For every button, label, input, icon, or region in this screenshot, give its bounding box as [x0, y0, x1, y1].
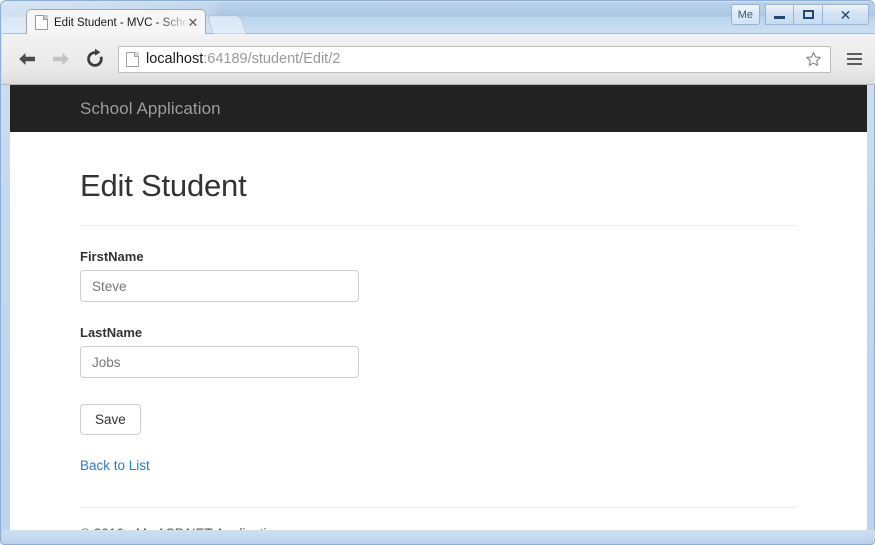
star-icon	[805, 51, 822, 68]
page-container: Edit Student FirstName LastName Save Bac…	[10, 168, 867, 531]
browser-tab[interactable]: Edit Student - MVC - Scho ✕	[26, 9, 206, 35]
window-bottom-frame	[2, 530, 875, 543]
footer-divider	[80, 507, 797, 508]
site-navbar: School Application	[10, 85, 867, 132]
browser-window: Me ✕ Edit Student - MVC - Scho ✕	[0, 0, 875, 545]
back-button[interactable]	[10, 42, 44, 76]
form-group-firstname: FirstName	[80, 249, 797, 302]
tab-title: Edit Student - MVC - Scho	[54, 17, 185, 29]
new-tab-button[interactable]	[207, 15, 247, 35]
tab-favicon-icon	[35, 15, 48, 30]
maximize-button[interactable]	[794, 4, 823, 25]
page-viewport: School Application Edit Student FirstNam…	[10, 85, 867, 531]
menu-bar-3	[847, 63, 862, 65]
save-button[interactable]: Save	[80, 404, 141, 435]
me-profile-button[interactable]: Me	[731, 4, 760, 25]
minimize-icon	[774, 16, 785, 19]
url-path: :64189/student/Edit/2	[203, 51, 340, 67]
bookmark-star-button[interactable]	[800, 46, 826, 72]
minimize-button[interactable]	[765, 4, 794, 25]
window-controls: Me ✕	[731, 4, 869, 25]
menu-bar-1	[847, 53, 862, 55]
browser-toolbar: localhost:64189/student/Edit/2	[2, 34, 875, 85]
lastname-label: LastName	[80, 325, 797, 340]
firstname-label: FirstName	[80, 249, 797, 264]
url-text: localhost:64189/student/Edit/2	[146, 51, 800, 67]
page-title: Edit Student	[80, 168, 797, 204]
close-button[interactable]: ✕	[823, 4, 869, 25]
url-host: localhost	[146, 51, 203, 67]
title-divider	[80, 225, 797, 226]
menu-bar-2	[847, 58, 862, 60]
chrome-menu-button[interactable]	[839, 42, 869, 76]
forward-arrow-icon	[50, 49, 72, 69]
maximize-icon	[803, 10, 814, 19]
back-link-container: Back to List	[80, 457, 797, 475]
close-icon: ✕	[840, 8, 852, 22]
reload-button[interactable]	[78, 42, 112, 76]
form-group-lastname: LastName	[80, 325, 797, 378]
back-arrow-icon	[16, 49, 38, 69]
address-bar[interactable]: localhost:64189/student/Edit/2	[118, 46, 831, 73]
forward-button	[44, 42, 78, 76]
navbar-brand[interactable]: School Application	[10, 99, 221, 119]
back-to-list-link[interactable]: Back to List	[80, 458, 150, 473]
reload-icon	[84, 48, 106, 70]
page-info-icon	[126, 52, 139, 67]
me-profile-label: Me	[738, 9, 753, 21]
lastname-input[interactable]	[80, 346, 359, 378]
tab-close-icon[interactable]: ✕	[185, 16, 201, 30]
firstname-input[interactable]	[80, 270, 359, 302]
